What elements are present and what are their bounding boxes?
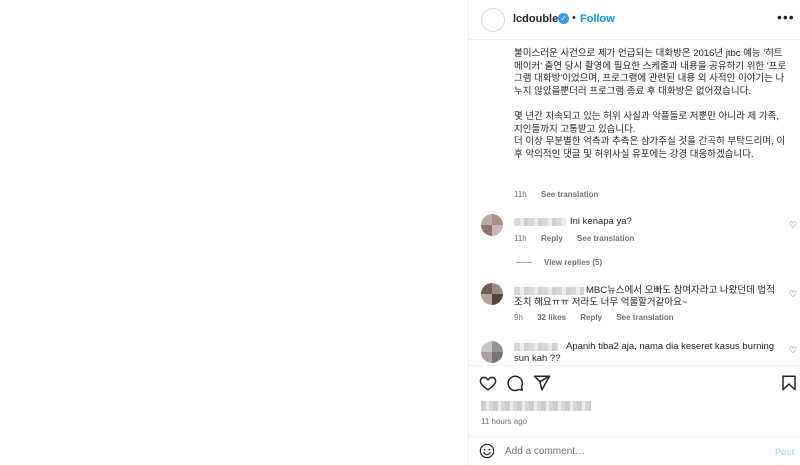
- comment-see-translation-link[interactable]: See translation: [616, 313, 673, 322]
- author-avatar[interactable]: [481, 8, 505, 32]
- add-comment-bar: Post: [469, 436, 800, 465]
- comment-like-heart-icon[interactable]: ♡: [789, 345, 797, 356]
- header-separator: •: [572, 12, 576, 24]
- comment-text: Apanih tiba2 aja, nama dia keseret kasus…: [514, 341, 775, 364]
- liked-by-summary[interactable]: [481, 401, 591, 411]
- comment-like-heart-icon[interactable]: ♡: [789, 289, 797, 300]
- comment-meta: 9h 32 likes Reply See translation: [514, 313, 686, 322]
- post-side-panel: lcdoubleu ✓ • Follow ••• 불미스러운 사건으로 제가 언…: [468, 0, 800, 465]
- comment-text: MBC뉴스에서 오빠도 참여자라고 나왔던데 법적 조치 해요ㅠㅠ 저라도 너무…: [514, 285, 775, 308]
- caption-time: 11h: [514, 190, 527, 199]
- comment-time: 11h: [514, 234, 527, 243]
- emoji-icon[interactable]: [479, 443, 495, 459]
- comment-like-heart-icon[interactable]: ♡: [789, 220, 797, 231]
- bookmark-icon[interactable]: [780, 374, 798, 392]
- view-replies-line: [516, 262, 532, 263]
- comment-see-translation-link[interactable]: See translation: [577, 234, 634, 243]
- commenter-avatar[interactable]: [481, 283, 503, 305]
- post-header: lcdoubleu ✓ • Follow •••: [469, 0, 800, 40]
- comment-likes-count[interactable]: 32 likes: [537, 313, 566, 322]
- comment-reply-button[interactable]: Reply: [541, 234, 563, 243]
- comment-meta: 11h Reply See translation: [514, 234, 646, 243]
- heart-icon[interactable]: [479, 374, 497, 392]
- caption-meta: 11h See translation: [514, 190, 610, 199]
- commenter-avatar[interactable]: [481, 214, 503, 236]
- post-action-bar: [469, 365, 800, 401]
- comment-reply-button[interactable]: Reply: [580, 313, 602, 322]
- share-icon[interactable]: [533, 374, 551, 392]
- more-options-icon[interactable]: •••: [777, 9, 795, 25]
- verified-badge-icon: ✓: [558, 13, 569, 24]
- post-comment-button[interactable]: Post: [775, 447, 795, 457]
- commenter-avatar[interactable]: [481, 341, 503, 363]
- post-timestamp: 11 hours ago: [481, 417, 528, 426]
- view-replies-button[interactable]: View replies (5): [544, 258, 602, 267]
- comment-icon[interactable]: [506, 374, 524, 392]
- post-caption: 불미스러운 사건으로 제가 언급되는 대화방은 2016년 jtbc 예능 '히…: [514, 48, 787, 160]
- comment-input[interactable]: [505, 444, 755, 458]
- commenter-username[interactable]: [514, 218, 566, 226]
- comment-text: Ini kenapa ya?: [570, 216, 632, 227]
- caption-see-translation-link[interactable]: See translation: [541, 190, 598, 199]
- comments-scroll-area[interactable]: 불미스러운 사건으로 제가 언급되는 대화방은 2016년 jtbc 예능 '히…: [469, 40, 800, 365]
- post-media-area: [0, 0, 468, 465]
- comment-time: 9h: [514, 313, 523, 322]
- follow-button[interactable]: Follow: [580, 13, 615, 25]
